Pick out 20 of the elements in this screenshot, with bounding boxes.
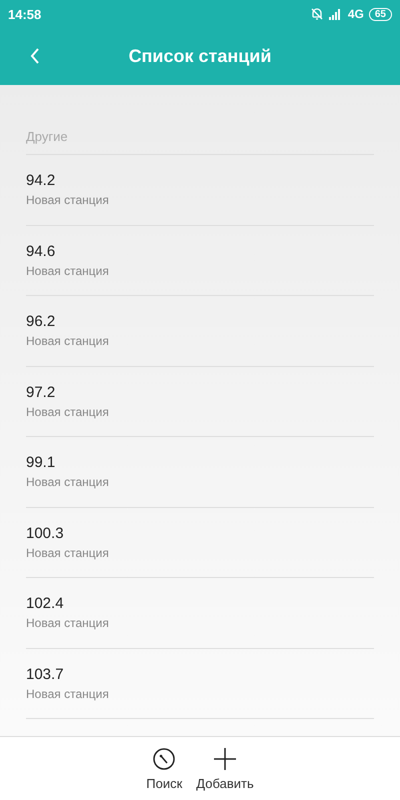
toolbar-button[interactable]: Добавить — [194, 737, 256, 800]
station-item[interactable]: 102.4 Новая станция — [26, 578, 374, 648]
network-type: 4G — [348, 7, 364, 21]
section-title: Другие — [26, 129, 68, 144]
screen-title: Список станций — [128, 46, 272, 67]
toolbar-button[interactable]: Поиск — [144, 737, 184, 800]
station-item[interactable]: 99.1 Новая станция — [26, 437, 374, 508]
station-item[interactable]: 94.2 Новая станция — [26, 155, 374, 226]
plus-icon — [213, 747, 237, 771]
station-item[interactable]: 96.2 Новая станция — [26, 296, 374, 366]
station-item[interactable]: 103.7 Новая станция — [26, 648, 374, 719]
station-item[interactable]: 97.2 Новая станция — [26, 366, 374, 437]
battery-level: 65 — [368, 8, 392, 20]
dial-icon — [152, 747, 176, 771]
station-item[interactable]: 100.3 Новая станция — [26, 508, 374, 578]
back-icon[interactable] — [30, 48, 40, 64]
signal-icon — [328, 8, 343, 20]
status-time: 14:58 — [8, 6, 42, 22]
muted-bell-icon — [310, 7, 324, 21]
station-item[interactable]: 94.6 Новая станция — [26, 226, 374, 296]
